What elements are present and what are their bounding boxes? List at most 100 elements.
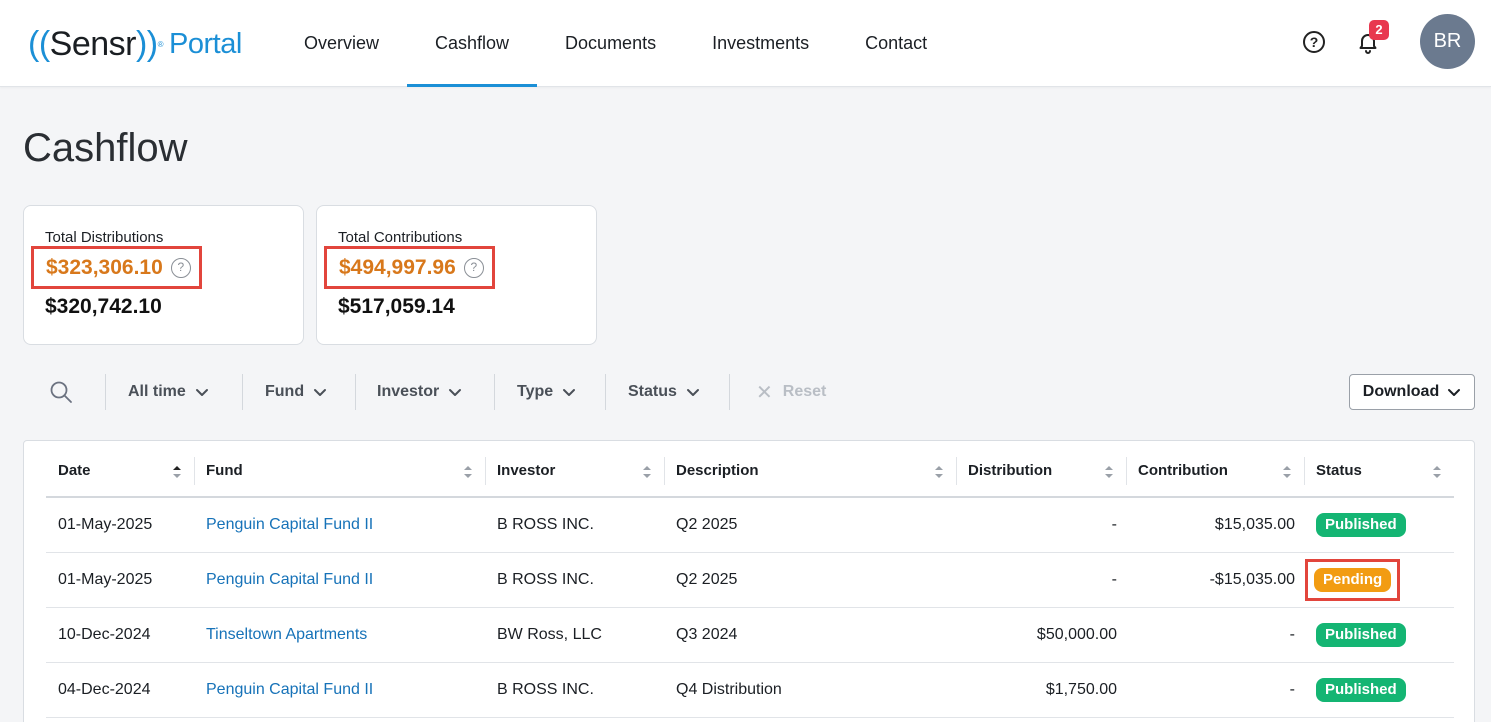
search-icon[interactable] (49, 380, 73, 404)
sort-icon[interactable] (1282, 464, 1292, 480)
sort-icon[interactable] (1432, 464, 1442, 480)
total-contributions-label: Total Contributions (338, 229, 463, 246)
column-header-label: Date (58, 462, 91, 479)
status-badge: Pending (1314, 567, 1392, 592)
total-contributions-highlight-amount: $494,997.96 (339, 255, 456, 279)
column-header-label: Description (676, 462, 759, 479)
reset-filters-button[interactable]: ✕ Reset (756, 372, 826, 412)
cell-distribution: - (956, 552, 1126, 608)
column-header-label: Investor (497, 462, 556, 479)
column-header-fund[interactable]: Fund (194, 445, 485, 498)
user-avatar[interactable]: BR (1420, 14, 1475, 69)
column-header-distribution[interactable]: Distribution (956, 445, 1126, 498)
filter-status-dropdown[interactable]: Status (628, 372, 700, 412)
chevron-down-icon (1448, 389, 1461, 396)
cell-date: 01-May-2025 (46, 497, 194, 553)
total-distributions-label: Total Distributions (45, 229, 164, 246)
download-button[interactable]: Download (1349, 374, 1475, 410)
column-header-description[interactable]: Description (664, 445, 956, 498)
sort-icon[interactable] (642, 464, 652, 480)
total-distributions-highlight-amount: $323,306.10 (46, 255, 163, 279)
filter-fund-label: Fund (265, 383, 305, 400)
help-icon[interactable]: ? (1303, 31, 1325, 53)
sort-icon[interactable] (1104, 464, 1114, 480)
cell-status: Published (1304, 607, 1454, 663)
column-header-contribution[interactable]: Contribution (1126, 445, 1304, 498)
table-header-row: Date Fund Investor Description Distribut… (46, 445, 1454, 498)
logo-brand: Sensr (49, 24, 137, 63)
cell-date: 01-May-2025 (46, 552, 194, 608)
table-row[interactable]: 04-Dec-2024 Penguin Capital Fund II B RO… (46, 662, 1454, 718)
cell-description: Q2 2025 (664, 552, 956, 608)
cell-investor: BW Ross, LLC (485, 607, 664, 663)
tab-documents[interactable]: Documents (537, 0, 684, 87)
cell-fund-link[interactable]: Penguin Capital Fund II (194, 552, 485, 608)
cell-fund-link[interactable]: Penguin Capital Fund II (194, 497, 485, 553)
tab-investments[interactable]: Investments (684, 0, 837, 87)
logo-open-paren: (( (28, 24, 50, 63)
chevron-down-icon (195, 389, 208, 396)
cell-distribution: $1,750.00 (956, 662, 1126, 718)
cell-distribution: $50,000.00 (956, 607, 1126, 663)
total-distributions-amount: $320,742.10 (45, 295, 162, 318)
download-label: Download (1362, 383, 1440, 400)
filter-divider (355, 374, 356, 410)
cell-date: 04-Dec-2024 (46, 662, 194, 718)
filter-divider (605, 374, 606, 410)
notification-count-badge: 2 (1369, 20, 1389, 40)
status-badge: Published (1316, 512, 1406, 537)
cell-description: Q3 2024 (664, 607, 956, 663)
top-navigation-bar: (( Sensr )) ® Portal Overview Cashflow D… (0, 0, 1491, 87)
filter-type-label: Type (517, 383, 554, 400)
annotation-highlight-box: Pending (1305, 558, 1401, 601)
column-header-date[interactable]: Date (46, 445, 194, 498)
total-contributions-card: Total Contributions $494,997.96 ? $517,0… (316, 205, 597, 345)
column-header-status[interactable]: Status (1304, 445, 1454, 498)
total-distributions-card: Total Distributions $323,306.10 ? $320,7… (23, 205, 304, 345)
column-header-label: Contribution (1138, 462, 1228, 479)
sort-icon[interactable] (463, 464, 473, 480)
sort-icon[interactable] (934, 464, 944, 480)
sensr-portal-logo[interactable]: (( Sensr )) ® Portal (28, 22, 242, 66)
cell-fund-link[interactable]: Tinseltown Apartments (194, 607, 485, 663)
annotation-highlight-box: $323,306.10 ? (31, 246, 202, 289)
cell-status: Published (1304, 662, 1454, 718)
cell-description: Q2 2025 (664, 497, 956, 553)
filter-status-label: Status (628, 383, 677, 400)
table-row[interactable]: 01-May-2025 Penguin Capital Fund II B RO… (46, 552, 1454, 608)
page-title: Cashflow (23, 126, 188, 170)
column-header-label: Fund (206, 462, 243, 479)
cell-contribution: - (1126, 607, 1304, 663)
sort-icon[interactable] (172, 464, 182, 480)
chevron-down-icon (314, 389, 327, 396)
filter-bar: All time Fund Investor Type Status ✕ Res… (23, 372, 1475, 412)
filter-all-time-dropdown[interactable]: All time (128, 372, 209, 412)
filter-investor-dropdown[interactable]: Investor (377, 372, 462, 412)
filter-divider (729, 374, 730, 410)
filter-investor-label: Investor (377, 383, 440, 400)
total-contributions-amount: $517,059.14 (338, 295, 455, 318)
logo-close-paren: )) (135, 24, 158, 63)
question-circle-icon[interactable]: ? (463, 257, 484, 278)
table-row[interactable]: 01-May-2025 Penguin Capital Fund II B RO… (46, 497, 1454, 553)
cell-description: Q4 Distribution (664, 662, 956, 718)
table-row[interactable]: 10-Dec-2024 Tinseltown Apartments BW Ros… (46, 607, 1454, 663)
cell-date: 10-Dec-2024 (46, 607, 194, 663)
cell-distribution: - (956, 497, 1126, 553)
tab-contact[interactable]: Contact (837, 0, 955, 87)
tab-overview[interactable]: Overview (276, 0, 407, 87)
cell-fund-link[interactable]: Penguin Capital Fund II (194, 662, 485, 718)
column-header-label: Status (1316, 462, 1362, 479)
column-header-investor[interactable]: Investor (485, 445, 664, 498)
cell-investor: B ROSS INC. (485, 662, 664, 718)
cell-contribution: $15,035.00 (1126, 497, 1304, 553)
tab-cashflow[interactable]: Cashflow (407, 0, 538, 87)
filter-fund-dropdown[interactable]: Fund (265, 372, 327, 412)
logo-registered-mark: ® (157, 39, 164, 49)
filter-divider (494, 374, 495, 410)
annotation-highlight-box: $494,997.96 ? (324, 246, 495, 289)
filter-type-dropdown[interactable]: Type (517, 372, 576, 412)
status-badge: Published (1316, 622, 1406, 647)
cell-status: Pending (1304, 552, 1454, 608)
question-circle-icon[interactable]: ? (170, 257, 191, 278)
